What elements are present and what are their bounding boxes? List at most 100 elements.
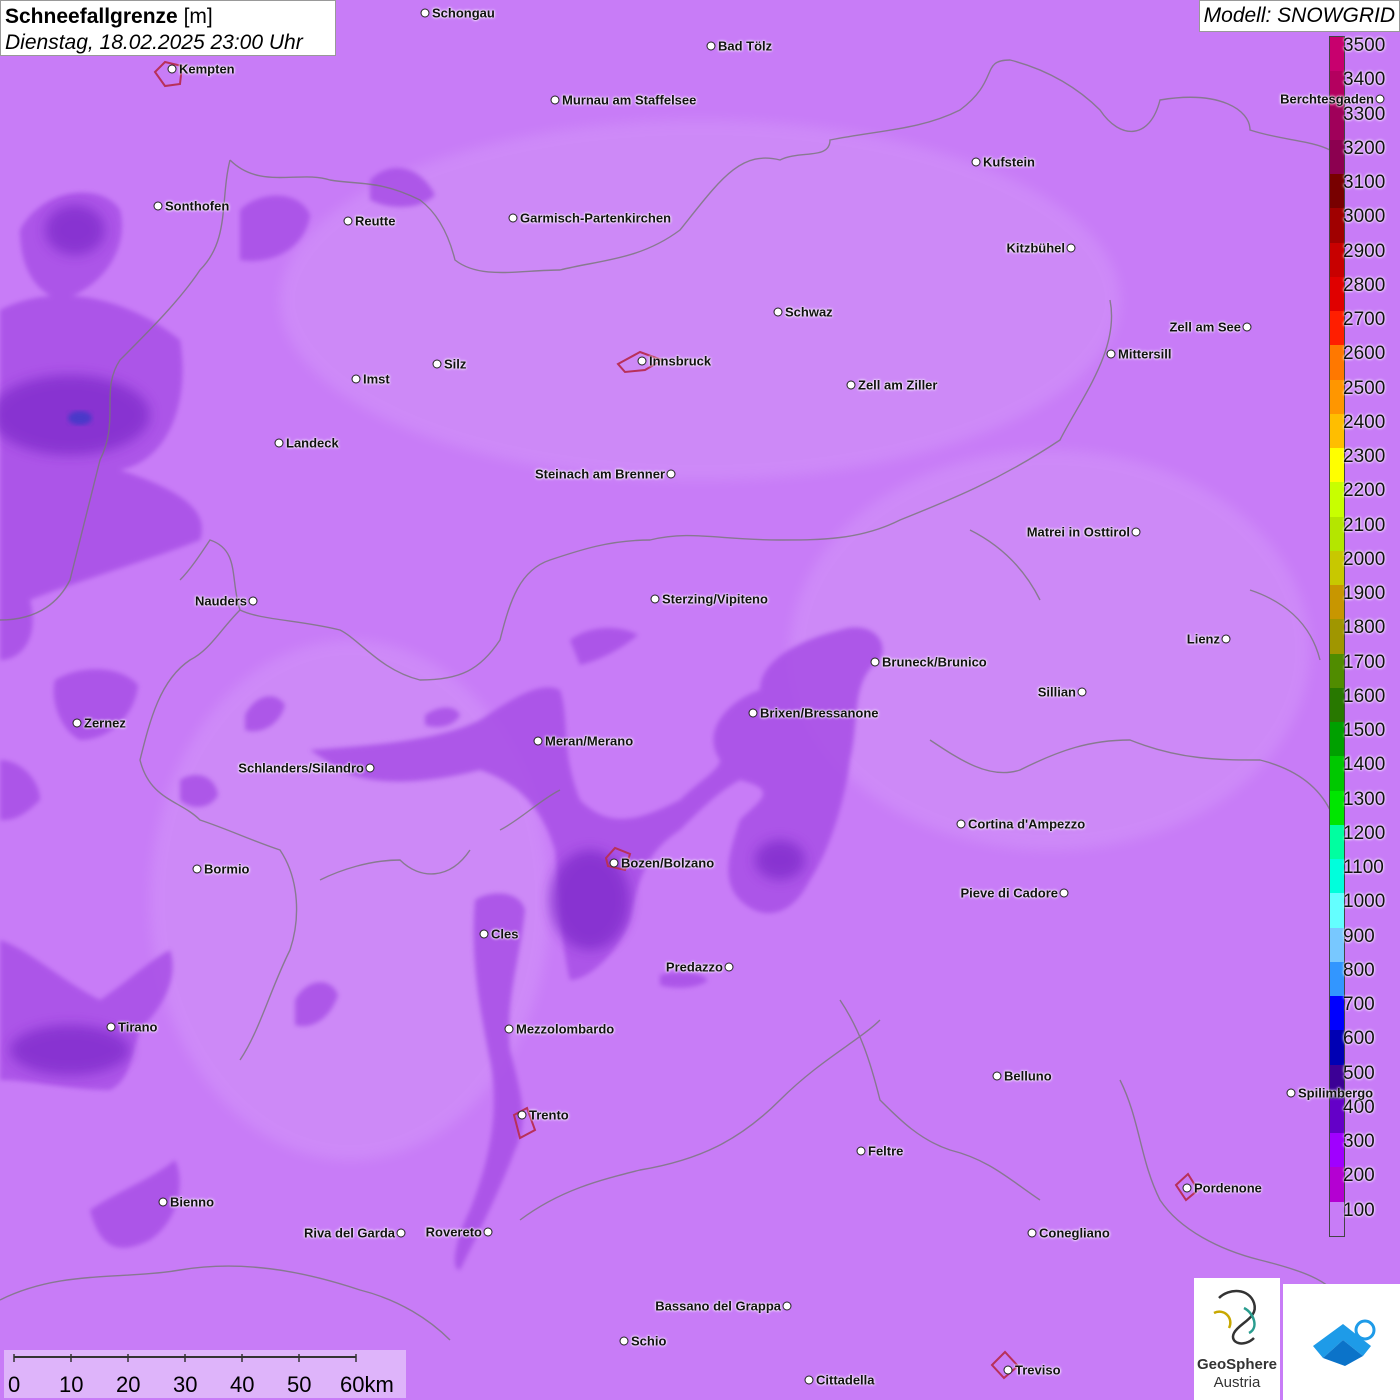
- city-marker-icon[interactable]: [1131, 527, 1141, 537]
- city-marker-icon[interactable]: [773, 307, 783, 317]
- city-marker-icon[interactable]: [637, 356, 647, 366]
- city-label[interactable]: Zernez: [84, 716, 126, 731]
- city-marker-icon[interactable]: [248, 596, 258, 606]
- city-label[interactable]: Mezzolombardo: [516, 1022, 614, 1037]
- city-label[interactable]: Riva del Garda: [304, 1226, 395, 1241]
- city-label[interactable]: Sonthofen: [165, 199, 229, 214]
- city-marker-icon[interactable]: [1242, 322, 1252, 332]
- city-label[interactable]: Mittersill: [1118, 347, 1171, 362]
- city-label[interactable]: Conegliano: [1039, 1226, 1110, 1241]
- weather-app-logo[interactable]: [1283, 1284, 1400, 1400]
- city-marker-icon[interactable]: [432, 359, 442, 369]
- city-label[interactable]: Cles: [491, 927, 518, 942]
- city-marker-icon[interactable]: [1059, 888, 1069, 898]
- city-marker-icon[interactable]: [508, 213, 518, 223]
- city-marker-icon[interactable]: [365, 763, 375, 773]
- city-marker-icon[interactable]: [650, 594, 660, 604]
- city-marker-icon[interactable]: [748, 708, 758, 718]
- city-label[interactable]: Kempten: [179, 62, 235, 77]
- city-marker-icon[interactable]: [106, 1022, 116, 1032]
- city-marker-icon[interactable]: [1106, 349, 1116, 359]
- city-marker-icon[interactable]: [550, 95, 560, 105]
- city-marker-icon[interactable]: [1375, 94, 1385, 104]
- city-marker-icon[interactable]: [420, 8, 430, 18]
- city-marker-icon[interactable]: [971, 157, 981, 167]
- city-marker-icon[interactable]: [782, 1301, 792, 1311]
- city-marker-icon[interactable]: [274, 438, 284, 448]
- city-marker-icon[interactable]: [870, 657, 880, 667]
- city-label[interactable]: Bozen/Bolzano: [621, 856, 714, 871]
- city-label[interactable]: Bad Tölz: [718, 39, 772, 54]
- city-label[interactable]: Innsbruck: [649, 354, 711, 369]
- city-label[interactable]: Silz: [444, 357, 466, 372]
- city-label[interactable]: Feltre: [868, 1144, 903, 1159]
- city-label[interactable]: Kufstein: [983, 155, 1035, 170]
- city-label[interactable]: Zell am Ziller: [858, 378, 937, 393]
- city-label[interactable]: Sterzing/Vipiteno: [662, 592, 768, 607]
- city-label[interactable]: Nauders: [195, 594, 247, 609]
- city-label[interactable]: Bassano del Grappa: [655, 1299, 781, 1314]
- city-marker-icon[interactable]: [396, 1228, 406, 1238]
- city-marker-icon[interactable]: [992, 1071, 1002, 1081]
- city-label[interactable]: Zell am See: [1169, 320, 1241, 335]
- city-label[interactable]: Pordenone: [1194, 1181, 1262, 1196]
- city-label[interactable]: Belluno: [1004, 1069, 1052, 1084]
- geosphere-logo[interactable]: GeoSphere Austria: [1194, 1278, 1280, 1400]
- city-marker-icon[interactable]: [666, 469, 676, 479]
- city-marker-icon[interactable]: [483, 1227, 493, 1237]
- city-label[interactable]: Garmisch-Partenkirchen: [520, 211, 671, 226]
- city-label[interactable]: Matrei in Osttirol: [1027, 525, 1130, 540]
- city-label[interactable]: Trento: [529, 1108, 569, 1123]
- city-label[interactable]: Kitzbühel: [1007, 241, 1066, 256]
- city-marker-icon[interactable]: [1182, 1183, 1192, 1193]
- city-marker-icon[interactable]: [1221, 634, 1231, 644]
- city-marker-icon[interactable]: [1077, 687, 1087, 697]
- city-label[interactable]: Imst: [363, 372, 390, 387]
- city-label[interactable]: Lienz: [1187, 632, 1220, 647]
- city-label[interactable]: Berchtesgaden: [1280, 92, 1374, 107]
- city-label[interactable]: Bienno: [170, 1195, 214, 1210]
- city-marker-icon[interactable]: [517, 1110, 527, 1120]
- city-label[interactable]: Treviso: [1015, 1363, 1061, 1378]
- city-marker-icon[interactable]: [72, 718, 82, 728]
- city-marker-icon[interactable]: [533, 736, 543, 746]
- city-marker-icon[interactable]: [158, 1197, 168, 1207]
- city-label[interactable]: Schlanders/Silandro: [238, 761, 364, 776]
- city-marker-icon[interactable]: [619, 1336, 629, 1346]
- city-marker-icon[interactable]: [1027, 1228, 1037, 1238]
- city-marker-icon[interactable]: [609, 858, 619, 868]
- city-label[interactable]: Spilimbergo: [1298, 1086, 1373, 1101]
- city-marker-icon[interactable]: [706, 41, 716, 51]
- city-marker-icon[interactable]: [343, 216, 353, 226]
- city-label[interactable]: Predazzo: [666, 960, 723, 975]
- city-marker-icon[interactable]: [351, 374, 361, 384]
- city-label[interactable]: Schongau: [432, 6, 495, 21]
- city-marker-icon[interactable]: [192, 864, 202, 874]
- city-label[interactable]: Rovereto: [426, 1225, 482, 1240]
- city-label[interactable]: Landeck: [286, 436, 339, 451]
- city-label[interactable]: Tirano: [118, 1020, 158, 1035]
- city-label[interactable]: Bruneck/Brunico: [882, 655, 987, 670]
- city-label[interactable]: Steinach am Brenner: [535, 467, 665, 482]
- city-marker-icon[interactable]: [1003, 1365, 1013, 1375]
- city-label[interactable]: Bormio: [204, 862, 250, 877]
- city-marker-icon[interactable]: [804, 1375, 814, 1385]
- city-label[interactable]: Schwaz: [785, 305, 833, 320]
- city-label[interactable]: Cittadella: [816, 1373, 875, 1388]
- city-marker-icon[interactable]: [153, 201, 163, 211]
- city-marker-icon[interactable]: [479, 929, 489, 939]
- city-label[interactable]: Meran/Merano: [545, 734, 633, 749]
- city-marker-icon[interactable]: [1286, 1088, 1296, 1098]
- city-label[interactable]: Pieve di Cadore: [960, 886, 1058, 901]
- city-label[interactable]: Brixen/Bressanone: [760, 706, 879, 721]
- city-label[interactable]: Schio: [631, 1334, 666, 1349]
- city-label[interactable]: Cortina d'Ampezzo: [968, 817, 1085, 832]
- city-label[interactable]: Reutte: [355, 214, 395, 229]
- city-marker-icon[interactable]: [724, 962, 734, 972]
- city-marker-icon[interactable]: [504, 1024, 514, 1034]
- city-marker-icon[interactable]: [1066, 243, 1076, 253]
- city-marker-icon[interactable]: [846, 380, 856, 390]
- city-label[interactable]: Murnau am Staffelsee: [562, 93, 696, 108]
- city-marker-icon[interactable]: [956, 819, 966, 829]
- city-label[interactable]: Sillian: [1038, 685, 1076, 700]
